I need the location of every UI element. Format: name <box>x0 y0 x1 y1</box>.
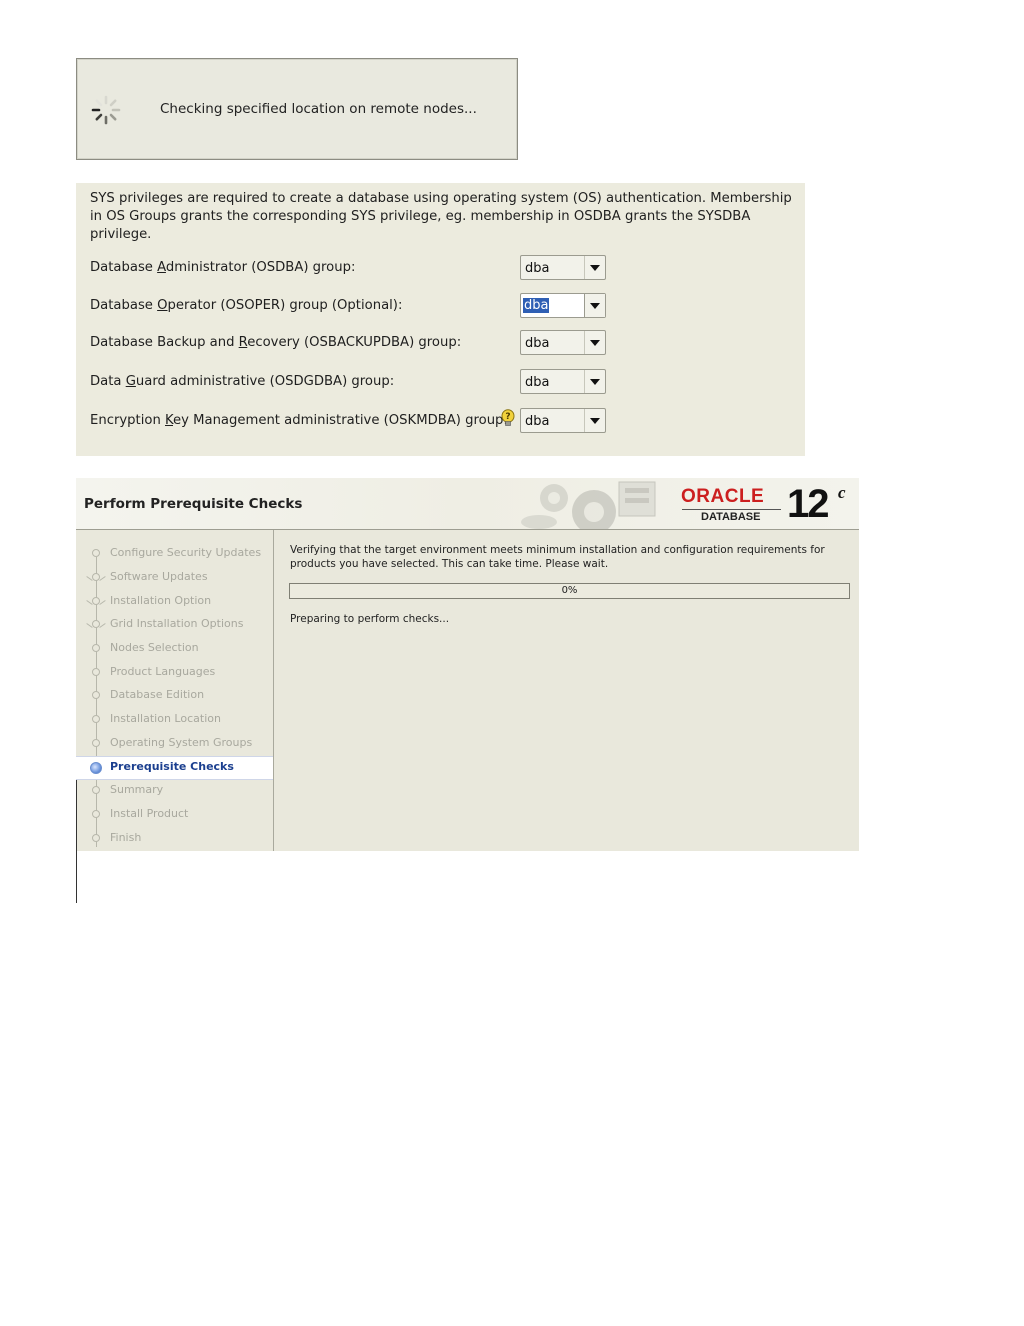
progress-percent: 0% <box>561 585 578 596</box>
step-operating-system-groups[interactable]: Operating System Groups <box>76 733 273 755</box>
current-step-icon <box>90 762 102 774</box>
oskmdba-label: Encryption Key Management administrative… <box>90 413 508 428</box>
step-node-icon <box>92 739 100 747</box>
step-nodes-selection[interactable]: Nodes Selection <box>76 638 273 660</box>
os-groups-panel: SYS privileges are required to create a … <box>76 183 805 456</box>
installer-window: Perform Prerequisite Checks ORACLE DATAB… <box>76 478 859 903</box>
step-software-updates[interactable]: Software Updates <box>76 567 273 589</box>
step-database-edition[interactable]: Database Edition <box>76 685 273 707</box>
osdgdba-combo[interactable]: dba <box>520 369 606 394</box>
osoper-value[interactable]: dba <box>523 298 550 313</box>
osoper-label: Database Operator (OSOPER) group (Option… <box>90 298 403 313</box>
step-installation-location[interactable]: Installation Location <box>76 709 273 731</box>
os-groups-intro: SYS privileges are required to create a … <box>90 191 792 242</box>
oskmdba-combo[interactable]: dba <box>520 408 606 433</box>
step-grid-installation-options[interactable]: Grid Installation Options <box>76 614 273 636</box>
osdba-label: Database Administrator (OSDBA) group: <box>90 260 356 275</box>
status-text: Preparing to perform checks... <box>290 613 450 625</box>
page-title: Perform Prerequisite Checks <box>84 496 303 512</box>
progress-message: Checking specified location on remote no… <box>160 101 477 117</box>
gears-icon <box>521 481 656 529</box>
step-installation-option[interactable]: Installation Option <box>76 591 273 613</box>
chevron-down-icon[interactable] <box>584 409 605 432</box>
step-node-icon <box>92 834 100 842</box>
step-node-icon <box>92 549 100 557</box>
step-branch-icon <box>92 597 100 605</box>
spinner-icon <box>91 95 121 125</box>
chevron-down-icon[interactable] <box>584 331 605 354</box>
step-branch-icon <box>92 573 100 581</box>
help-bulb-icon[interactable]: ? <box>501 409 515 427</box>
osbackupdba-label: Database Backup and Recovery (OSBACKUPDB… <box>90 335 462 350</box>
oracle-logo: ORACLE DATABASE 12 c <box>681 482 846 526</box>
osoper-combo[interactable]: dba <box>520 293 606 318</box>
osdba-value: dba <box>525 261 550 276</box>
oskmdba-value: dba <box>525 414 550 429</box>
step-configure-security-updates[interactable]: Configure Security Updates <box>76 543 273 565</box>
osdba-combo[interactable]: dba <box>520 255 606 280</box>
step-product-languages[interactable]: Product Languages <box>76 662 273 684</box>
svg-text:?: ? <box>505 412 510 422</box>
installer-header: Perform Prerequisite Checks ORACLE DATAB… <box>76 478 859 530</box>
chevron-down-icon[interactable] <box>584 294 605 317</box>
osbackupdba-combo[interactable]: dba <box>520 330 606 355</box>
step-node-icon <box>92 668 100 676</box>
verify-text: Verifying that the target environment me… <box>290 544 825 570</box>
step-install-product[interactable]: Install Product <box>76 804 273 826</box>
progress-dialog: Checking specified location on remote no… <box>76 58 518 160</box>
step-node-icon <box>92 715 100 723</box>
steps-sidebar: Configure Security Updates Software Upda… <box>76 530 274 903</box>
chevron-down-icon[interactable] <box>584 370 605 393</box>
step-node-icon <box>92 786 100 794</box>
step-branch-icon <box>92 620 100 628</box>
step-node-icon <box>92 691 100 699</box>
step-node-icon <box>92 810 100 818</box>
prereq-content: Verifying that the target environment me… <box>274 530 859 851</box>
chevron-down-icon[interactable] <box>584 256 605 279</box>
step-summary[interactable]: Summary <box>76 780 273 802</box>
osdgdba-value: dba <box>525 375 550 390</box>
osdgdba-label: Data Guard administrative (OSDGDBA) grou… <box>90 374 395 389</box>
progress-bar: 0% <box>289 583 850 599</box>
step-node-icon <box>92 644 100 652</box>
step-finish[interactable]: Finish <box>76 828 273 850</box>
osbackupdba-value: dba <box>525 336 550 351</box>
step-prerequisite-checks[interactable]: Prerequisite Checks <box>76 756 273 780</box>
